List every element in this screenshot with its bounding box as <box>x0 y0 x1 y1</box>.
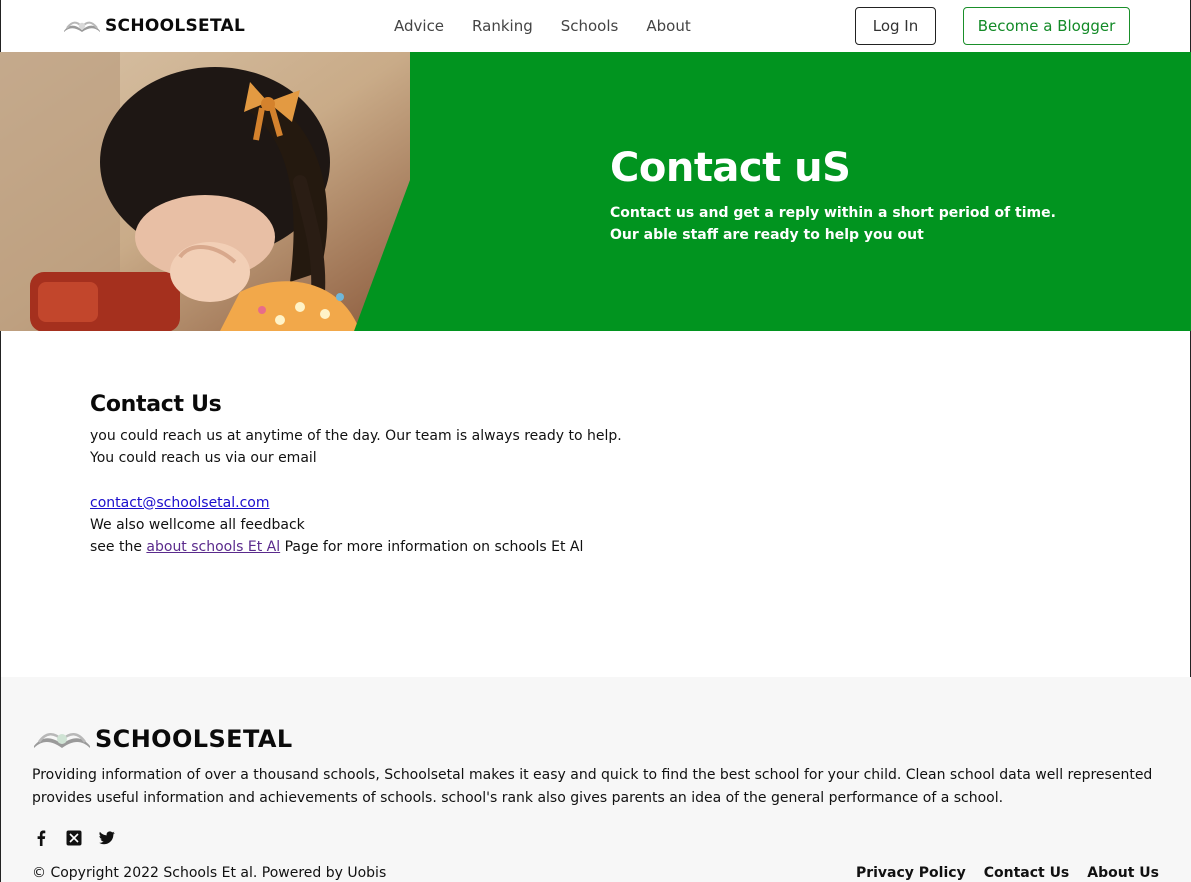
contact-heading: Contact Us <box>90 392 222 417</box>
hero-subtitle-line1: Contact us and get a reply within a shor… <box>610 205 1056 221</box>
hero-title: Contact uS <box>610 145 851 191</box>
copyright-text: © Copyright 2022 Schools Et al. Powered … <box>32 865 387 881</box>
logo-book-icon <box>64 21 100 32</box>
footer-description: Providing information of over a thousand… <box>32 767 1153 806</box>
logo-text: SCHOOLSETAL <box>105 16 246 36</box>
footer-link-about-us[interactable]: About Us <box>1087 865 1159 881</box>
nav-advice[interactable]: Advice <box>394 16 444 36</box>
contact-line-2: You could reach us via our email <box>90 450 317 467</box>
hero-subtitle: Contact us and get a reply within a shor… <box>610 202 1090 246</box>
footer-logo-text: SCHOOLSETAL <box>95 725 293 753</box>
site-header: SCHOOLSETAL Advice Ranking Schools About… <box>0 0 1191 52</box>
contact-email-link[interactable]: contact@schoolsetal.com <box>90 495 270 511</box>
nav-about[interactable]: About <box>646 16 690 36</box>
contact-body: you could reach us at anytime of the day… <box>90 425 710 558</box>
x-icon[interactable] <box>65 829 82 846</box>
contact-line-3: We also wellcome all feedback <box>90 516 305 533</box>
hero-subtitle-line2: Our able staff are ready to help you out <box>610 227 924 243</box>
contact-email-line: contact@schoolsetal.com <box>90 492 710 514</box>
social-links <box>32 829 115 846</box>
login-button[interactable]: Log In <box>855 7 936 45</box>
footer-link-privacy-policy[interactable]: Privacy Policy <box>856 865 966 881</box>
footer-logo-book-icon <box>34 733 90 748</box>
nav-schools[interactable]: Schools <box>561 16 619 36</box>
footer-logo[interactable]: SCHOOLSETAL <box>33 725 293 753</box>
main-nav: Advice Ranking Schools About <box>394 16 719 36</box>
contact-spacer <box>90 469 710 491</box>
about-schools-link[interactable]: about schools Et Al <box>146 539 280 555</box>
become-blogger-button[interactable]: Become a Blogger <box>963 7 1130 45</box>
nav-ranking[interactable]: Ranking <box>472 16 533 36</box>
contact-line-4-suffix: Page for more information on schools Et … <box>280 539 584 555</box>
footer-link-contact-us[interactable]: Contact Us <box>984 865 1070 881</box>
facebook-icon[interactable] <box>32 829 49 846</box>
site-footer: SCHOOLSETAL Providing information of ove… <box>0 677 1191 882</box>
twitter-icon[interactable] <box>98 829 115 846</box>
site-logo[interactable]: SCHOOLSETAL <box>63 14 245 38</box>
hero-photo-girl <box>0 52 410 331</box>
contact-line-4-prefix: see the <box>90 539 147 555</box>
hero-banner: Contact uS Contact us and get a reply wi… <box>0 52 1191 331</box>
contact-line-1: you could reach us at anytime of the day… <box>90 428 622 444</box>
footer-links: Privacy Policy Contact Us About Us <box>856 865 1159 881</box>
contact-line-4: see the about schools Et Al Page for mor… <box>90 536 710 558</box>
